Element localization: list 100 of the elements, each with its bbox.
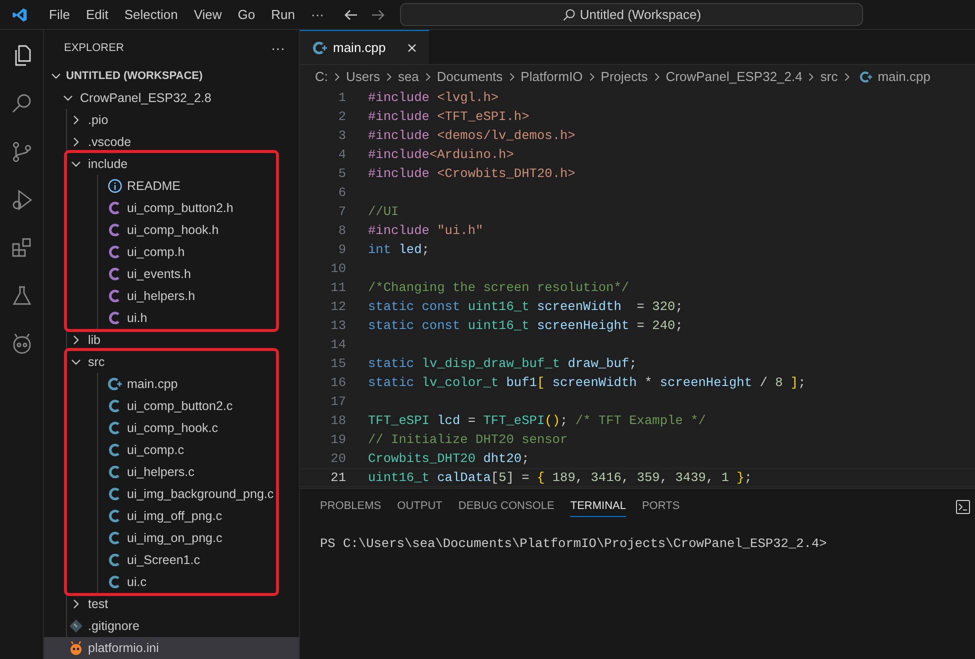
- file-row[interactable]: ui_comp_button2.h: [75, 197, 276, 219]
- line-number: 10: [330, 261, 346, 276]
- menu-item[interactable]: File: [41, 7, 78, 22]
- folder-row[interactable]: .pio: [44, 109, 299, 131]
- file-row[interactable]: README: [75, 175, 276, 197]
- cpp-file-icon: [858, 70, 873, 84]
- breadcrumb-item[interactable]: main.cpp: [878, 69, 930, 84]
- menu-item[interactable]: Edit: [78, 7, 116, 22]
- file-row[interactable]: main.cpp: [75, 373, 276, 395]
- file-row[interactable]: ui_img_on_png.c: [75, 527, 276, 549]
- line-number: 15: [330, 356, 346, 371]
- code-line: // Initialize DHT20 sensor: [368, 432, 568, 447]
- file-row[interactable]: ui_img_background_png.c: [75, 483, 276, 505]
- breadcrumb-item[interactable]: CrowPanel_ESP32_2.4: [666, 69, 802, 84]
- file-row[interactable]: ui.h: [75, 307, 276, 329]
- terminal-icon[interactable]: [955, 499, 971, 515]
- panel-tab[interactable]: TERMINAL: [570, 496, 626, 517]
- line-number: 14: [330, 337, 346, 352]
- line-number: 12: [330, 299, 346, 314]
- file-row[interactable]: platformio.ini: [44, 637, 299, 659]
- line-number: 5: [337, 166, 346, 181]
- breadcrumb-item[interactable]: Documents: [436, 69, 503, 84]
- file-row[interactable]: ui_events.h: [75, 263, 276, 285]
- menu-item[interactable]: Run: [263, 7, 303, 22]
- breadcrumb-item[interactable]: sea: [398, 69, 419, 84]
- code-line: Crowbits_DHT20 dht20;: [368, 451, 530, 466]
- line-number: 21: [330, 470, 346, 485]
- code-line: static lv_color_t buf1[ screenWidth * screenHeight / 8 ];: [368, 375, 806, 390]
- folder-row[interactable]: test: [44, 593, 299, 615]
- line-number: 20: [330, 451, 346, 466]
- code-line: #include <demos/lv_demos.h>: [368, 128, 576, 143]
- panel-tab[interactable]: PORTS: [642, 496, 680, 517]
- terminal-line: PS C:\Users\sea\Documents\PlatformIO\Projects\CrowPanel_ESP32_2.4>: [319, 535, 828, 551]
- editor-tab[interactable]: main.cpp: [300, 30, 429, 64]
- code-line: #include "ui.h": [368, 223, 484, 238]
- code-line: #include<Arduino.h>: [368, 147, 514, 162]
- file-row[interactable]: ui_comp.h: [75, 241, 276, 263]
- folder-row[interactable]: include: [44, 153, 276, 175]
- command-center[interactable]: Untitled (Workspace): [400, 3, 863, 26]
- breadcrumb-item[interactable]: PlatformIO: [520, 69, 583, 84]
- line-number: 6: [337, 185, 346, 200]
- line-number: 17: [330, 394, 346, 409]
- menu-item[interactable]: Selection: [116, 7, 186, 22]
- code-line: static lv_disp_draw_buf_t draw_buf;: [368, 356, 637, 371]
- code-line: static const uint16_t screenHeight = 240;: [368, 318, 683, 333]
- file-row[interactable]: ui_helpers.c: [75, 461, 276, 483]
- file-row[interactable]: .gitignore: [44, 615, 299, 637]
- line-number: 11: [330, 280, 346, 295]
- cpp-file-icon: [312, 40, 328, 56]
- sidebar-title: EXPLORER: [64, 42, 124, 54]
- cpp-file-icon: [107, 376, 123, 392]
- folder-row[interactable]: lib: [44, 329, 299, 351]
- file-row[interactable]: ui_comp_hook.h: [75, 219, 276, 241]
- file-row[interactable]: ui.c: [75, 571, 276, 593]
- code-line: #include <TFT_eSPI.h>: [368, 109, 530, 124]
- info-icon: [107, 178, 123, 194]
- line-number: 7: [337, 204, 346, 219]
- menu-item[interactable]: ···: [303, 7, 332, 22]
- more-actions[interactable]: ···: [271, 40, 285, 56]
- menu-item[interactable]: View: [186, 7, 230, 22]
- file-row[interactable]: ui_Screen1.c: [75, 549, 276, 571]
- code-line: uint16_t calData[5] = { 189, 3416, 359, 3439, 1 };: [368, 470, 752, 485]
- code-line: /*Changing the screen resolution*/: [368, 280, 630, 295]
- line-number: 18: [330, 413, 346, 428]
- panel-tab[interactable]: PROBLEMS: [320, 496, 382, 517]
- line-number: 4: [337, 147, 346, 162]
- line-number: 8: [337, 223, 346, 238]
- folder-row[interactable]: CrowPanel_ESP32_2.8: [44, 87, 299, 109]
- breadcrumb-item[interactable]: Users: [346, 69, 380, 84]
- app-logo: [12, 6, 28, 22]
- folder-row[interactable]: src: [44, 351, 276, 373]
- line-number: 13: [330, 318, 346, 333]
- code-line: #include <lvgl.h>: [368, 90, 499, 105]
- folder-row[interactable]: .vscode: [44, 131, 299, 153]
- diamond-icon: [68, 618, 84, 634]
- code-line: //UI: [368, 204, 399, 219]
- line-number: 19: [330, 432, 346, 447]
- line-number: 16: [330, 375, 346, 390]
- workspace-header[interactable]: UNTITLED (WORKSPACE): [44, 65, 299, 87]
- code-line: static const uint16_t screenWidth = 320;: [368, 299, 683, 314]
- search-icon: [562, 8, 576, 22]
- code-line: #include <Crowbits_DHT20.h>: [368, 166, 576, 181]
- file-row[interactable]: ui_comp.c: [75, 439, 276, 461]
- file-row[interactable]: ui_comp_button2.c: [75, 395, 276, 417]
- file-row[interactable]: ui_comp_hook.c: [75, 417, 276, 439]
- line-number: 9: [337, 242, 346, 257]
- ant-icon: [68, 640, 84, 656]
- line-number: 2: [337, 109, 346, 124]
- breadcrumb-item[interactable]: C:: [315, 69, 328, 84]
- file-row[interactable]: ui_img_off_png.c: [75, 505, 276, 527]
- panel-tab[interactable]: DEBUG CONSOLE: [458, 496, 554, 517]
- breadcrumb-item[interactable]: Projects: [600, 69, 648, 84]
- breadcrumb-item[interactable]: src: [820, 69, 838, 84]
- file-row[interactable]: ui_helpers.h: [75, 285, 276, 307]
- line-number: 1: [337, 90, 346, 105]
- line-number: 3: [337, 128, 346, 143]
- code-line: int led;: [368, 242, 430, 257]
- code-line: TFT_eSPI lcd = TFT_eSPI(); /* TFT Example */: [368, 413, 706, 428]
- panel-tab[interactable]: OUTPUT: [397, 496, 442, 517]
- menu-item[interactable]: Go: [230, 7, 264, 22]
